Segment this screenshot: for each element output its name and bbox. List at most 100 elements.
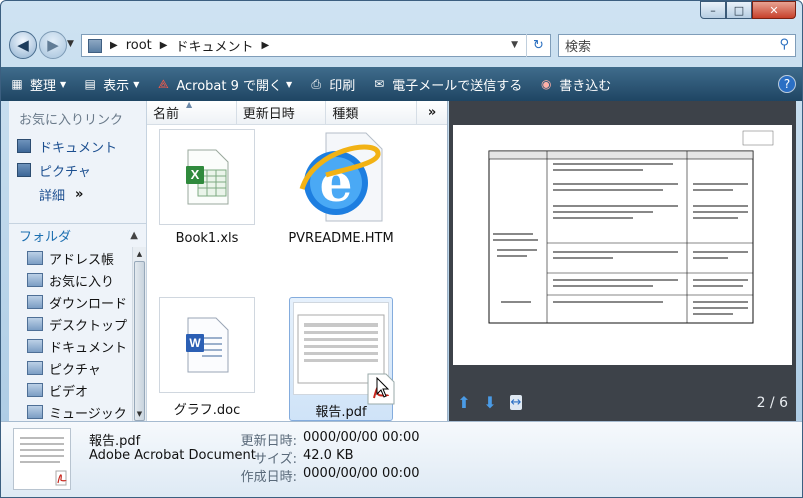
printer-icon: ⎙ xyxy=(311,76,321,91)
svg-text:X: X xyxy=(191,167,200,182)
pdf-file-icon xyxy=(293,302,395,405)
scroll-up-icon[interactable]: ▲ xyxy=(133,247,146,261)
music-folder-icon xyxy=(27,405,43,419)
forward-arrow-icon: ▶ xyxy=(47,36,59,54)
size-value: 42.0 KB xyxy=(303,448,354,463)
refresh-icon: ↻ xyxy=(533,38,544,53)
arrow-up-icon: ⬆ xyxy=(457,392,471,412)
favorite-links-header: お気に入りリンク xyxy=(19,113,124,128)
recent-pages-dropdown[interactable]: ▼ xyxy=(67,39,74,49)
more-links-button[interactable]: 詳細 » xyxy=(9,182,146,206)
page-indicator: 2 / 6 xyxy=(756,395,788,411)
address-dropdown[interactable]: ▼ xyxy=(511,40,518,50)
print-button[interactable]: ⎙ 印刷 xyxy=(308,75,355,94)
address-row: ◀ ▶ ▼ ▶ root ▶ ドキュメント ▶ ▼ ↻ 検索 ⚲ xyxy=(1,29,802,63)
pdf-preview-page xyxy=(453,125,792,365)
tree-item-desktop[interactable]: デスクトップ xyxy=(9,313,132,335)
email-button[interactable]: ✉ 電子メールで送信する xyxy=(371,75,522,94)
word-file-icon: W xyxy=(159,297,255,393)
chevron-right-icon[interactable]: ▶ xyxy=(262,40,270,51)
tree-item-pictures[interactable]: ピクチャ xyxy=(9,357,132,379)
internet-explorer-icon: e xyxy=(293,129,389,225)
command-toolbar: ▦ 整理 ▼ ▤ 表示 ▼ ⟁ Acrobat 9 で開く ▼ ⎙ 印刷 ✉ 電… xyxy=(1,67,802,101)
documents-folder-icon xyxy=(27,339,43,353)
refresh-button[interactable]: ↻ xyxy=(526,34,550,57)
tree-item-address-book[interactable]: アドレス帳 xyxy=(9,247,132,269)
open-with-acrobat-button[interactable]: ⟁ Acrobat 9 で開く ▼ xyxy=(155,75,292,94)
email-icon: ✉ xyxy=(374,77,385,91)
created-label: 作成日時: xyxy=(240,470,297,485)
details-thumbnail xyxy=(13,428,71,490)
help-icon: ? xyxy=(783,77,791,91)
column-headers: ▲ 名前 更新日時 種類 » xyxy=(147,100,447,125)
file-name: グラフ.doc xyxy=(173,403,241,418)
folder-tree: アドレス帳 お気に入り ダウンロード デスクトップ ドキュメント ピクチャ ビデ… xyxy=(9,247,132,421)
file-item-book1[interactable]: X Book1.xls xyxy=(155,129,259,251)
chevron-down-icon: ▼ xyxy=(286,79,293,89)
close-button[interactable]: ✕ xyxy=(752,1,796,19)
address-bar[interactable]: ▶ root ▶ ドキュメント ▶ ▼ xyxy=(81,34,551,57)
fit-width-button[interactable]: ↔ xyxy=(507,393,525,411)
favorite-link-documents[interactable]: ドキュメント xyxy=(9,134,146,158)
scrollbar-thumb[interactable] xyxy=(134,261,145,421)
file-item-graph-doc[interactable]: W グラフ.doc xyxy=(155,297,259,419)
next-page-button[interactable]: ⬇ xyxy=(481,393,499,412)
tree-item-music[interactable]: ミュージック xyxy=(9,401,132,421)
caption-buttons: – □ ✕ xyxy=(700,1,796,19)
file-item-pvreadme[interactable]: e PVREADME.HTM xyxy=(288,129,394,251)
scroll-down-icon[interactable]: ▼ xyxy=(133,407,146,421)
file-name: Book1.xls xyxy=(175,231,239,246)
favorites-folder-icon xyxy=(27,273,43,287)
column-modified[interactable]: 更新日時 xyxy=(237,101,327,124)
help-button[interactable]: ? xyxy=(778,75,796,93)
chevron-right-icon[interactable]: ▶ xyxy=(110,40,118,51)
search-input[interactable]: 検索 ⚲ xyxy=(558,34,796,57)
file-list: ▲ 名前 更新日時 種類 » X Book1.xls e PVREADME.HT… xyxy=(147,100,448,421)
column-type[interactable]: 種類 xyxy=(326,101,418,124)
size-label: サイズ: xyxy=(254,452,297,467)
tree-item-videos[interactable]: ビデオ xyxy=(9,379,132,401)
chevron-down-icon: ▼ xyxy=(60,79,67,89)
search-icon[interactable]: ⚲ xyxy=(779,37,789,52)
double-chevron-icon: » xyxy=(75,186,84,202)
views-button[interactable]: ▤ 表示 ▼ xyxy=(82,75,140,94)
more-columns-button[interactable]: » xyxy=(417,101,447,124)
svg-text:W: W xyxy=(189,336,201,350)
burn-button[interactable]: ◉ 書き込む xyxy=(538,75,611,94)
breadcrumb-documents[interactable]: ドキュメント xyxy=(175,36,253,55)
file-name: PVREADME.HTM xyxy=(288,231,394,246)
back-button[interactable]: ◀ xyxy=(9,31,37,59)
organize-icon: ▦ xyxy=(11,77,23,91)
favorite-link-pictures[interactable]: ピクチャ xyxy=(9,158,146,182)
search-placeholder: 検索 xyxy=(565,40,592,55)
folders-header[interactable]: フォルダ ▲ xyxy=(9,223,146,247)
minimize-button[interactable]: – xyxy=(700,1,726,19)
pictures-folder-icon xyxy=(17,163,31,177)
back-arrow-icon: ◀ xyxy=(17,36,29,54)
tree-item-documents[interactable]: ドキュメント xyxy=(9,335,132,357)
burn-disc-icon: ◉ xyxy=(540,77,552,91)
file-item-report-pdf[interactable]: 報告.pdf xyxy=(289,297,395,421)
file-name: 報告.pdf xyxy=(315,405,367,420)
maximize-button[interactable]: □ xyxy=(726,1,752,19)
modified-value: 0000/00/00 00:00 xyxy=(303,430,420,445)
explorer-window: – □ ✕ ◀ ▶ ▼ ▶ root ▶ ドキュメント ▶ ▼ ↻ 検索 ⚲ ▦… xyxy=(0,0,803,498)
videos-folder-icon xyxy=(27,383,43,397)
pictures-folder-icon xyxy=(27,361,43,375)
preview-pane: ⬆ ⬇ ↔ 2 / 6 xyxy=(449,101,796,421)
organize-button[interactable]: ▦ 整理 ▼ xyxy=(9,75,66,94)
navigation-pane: お気に入りリンク ドキュメント ピクチャ 詳細 » フォルダ ▲ アドレス帳 お… xyxy=(9,101,147,421)
acrobat-icon: ⟁ xyxy=(157,76,169,91)
created-value: 0000/00/00 00:00 xyxy=(303,466,420,481)
column-name[interactable]: ▲ 名前 xyxy=(147,100,237,124)
nav-scrollbar[interactable]: ▲ ▼ xyxy=(132,247,146,421)
forward-button[interactable]: ▶ xyxy=(39,31,67,59)
tree-item-downloads[interactable]: ダウンロード xyxy=(9,291,132,313)
previous-page-button[interactable]: ⬆ xyxy=(455,392,473,412)
contacts-folder-icon xyxy=(27,251,43,265)
details-pane: 報告.pdf Adobe Acrobat Document 更新日時: 0000… xyxy=(1,421,802,497)
breadcrumb-root[interactable]: root xyxy=(126,38,152,53)
desktop-folder-icon xyxy=(27,317,43,331)
tree-item-favorites[interactable]: お気に入り xyxy=(9,269,132,291)
chevron-right-icon[interactable]: ▶ xyxy=(160,40,168,51)
